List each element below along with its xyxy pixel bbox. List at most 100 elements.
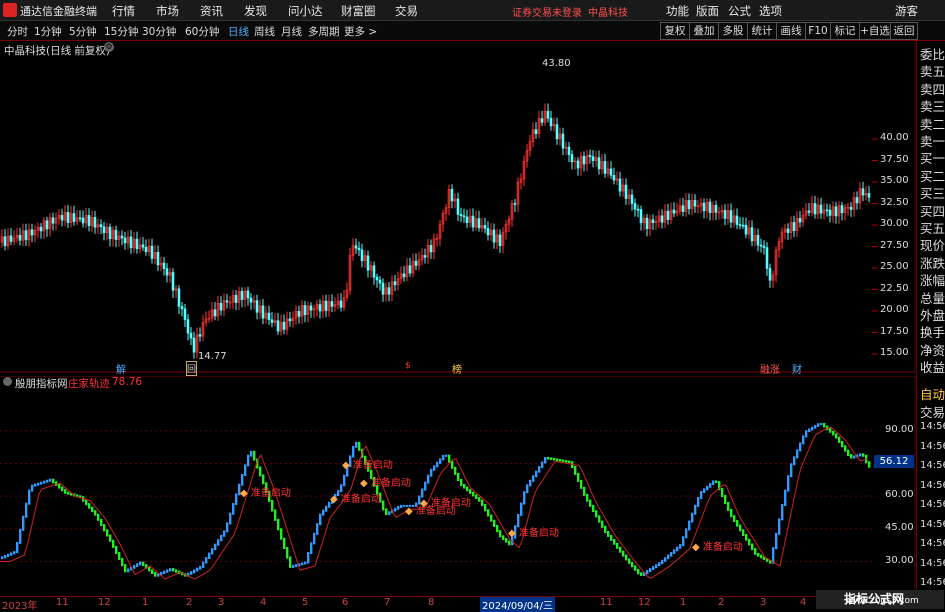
period-weekly[interactable]: 周线: [254, 24, 275, 39]
indicator-title: 殷朋指标网: [15, 378, 68, 390]
date-axis-label: 8: [428, 597, 435, 608]
quote-field-label: 买五: [920, 221, 945, 236]
price-tick-label: 27.50: [880, 239, 909, 251]
quote-field-label: 买二: [920, 168, 945, 184]
menu-bar: 通达信金融终端 行情 市场 资讯 发现 问小达 财富圈 交易 证券交易未登录 中…: [0, 0, 945, 21]
quote-field-label: 外盘: [920, 308, 945, 323]
quote-field-label: 卖一: [920, 134, 945, 149]
signal-ready-label: ◆ 准备启动: [330, 494, 381, 505]
date-axis-label: 4: [260, 597, 267, 608]
quote-field-label: 换手: [920, 325, 945, 341]
date-axis-label: 6: [342, 597, 349, 608]
indicator-chart[interactable]: [0, 376, 915, 596]
auto-toggle[interactable]: 自动: [920, 384, 945, 403]
date-axis-label: 3: [218, 597, 225, 608]
adjust-button[interactable]: 复权: [660, 22, 690, 40]
marker-margin[interactable]: 融涨: [760, 361, 780, 376]
date-axis-label: 11: [600, 597, 613, 608]
diamond-icon: ◆: [508, 528, 519, 539]
high-price-label: 43.80: [542, 58, 571, 69]
menu-formula[interactable]: 公式: [728, 3, 751, 19]
period-30min[interactable]: 30分钟: [142, 24, 176, 39]
signal-ready-label: ◆ 准备启动: [342, 460, 393, 471]
draw-line-button[interactable]: 画线: [776, 22, 806, 40]
quote-field-label: 现价: [920, 238, 945, 254]
period-multi[interactable]: 多周期: [308, 24, 340, 39]
price-tick-label: 40.00: [880, 132, 909, 143]
date-axis-label: 4: [800, 597, 807, 608]
quote-field-label: 涨跌: [920, 255, 945, 271]
price-tick-label: 17.50: [880, 325, 909, 337]
signal-ready-label: ◆ 准备启动: [240, 488, 291, 499]
mark-button[interactable]: 标记: [830, 22, 860, 40]
period-intraday[interactable]: 分时: [7, 24, 28, 39]
overlay-button[interactable]: 叠加: [689, 22, 719, 40]
price-tick-label: 15.00: [880, 347, 909, 358]
menu-options[interactable]: 选项: [759, 3, 782, 19]
indicator-tick-label: 90.00: [885, 423, 914, 435]
price-chart[interactable]: [0, 41, 915, 373]
diamond-icon: ◆: [342, 460, 353, 471]
back-button[interactable]: 返回: [890, 22, 918, 40]
indicator-settings-icon[interactable]: [3, 377, 12, 386]
signal-ready-label: ◆ 准备启动: [692, 542, 743, 553]
settings-icon[interactable]: ⚙: [104, 42, 114, 52]
period-monthly[interactable]: 月线: [281, 24, 302, 39]
price-chart-title: 中晶科技(日线 前复权): [4, 45, 111, 57]
price-tick-label: 35.00: [880, 175, 909, 186]
quote-side-panel: 委比 卖五 卖四 卖三 卖二 卖一 买一 买二 买三 买四 买五 现价 涨跌 涨幅 总量 外盘 换手 净资 收益 自动…: [916, 41, 945, 609]
tick-time: 14:56: [920, 538, 945, 549]
menu-trade[interactable]: 交易: [395, 3, 418, 19]
marker-buyback[interactable]: 回: [186, 361, 198, 376]
price-tick-label: 20.00: [880, 304, 909, 315]
marker-unlock[interactable]: 解: [116, 361, 126, 376]
add-watchlist-button[interactable]: +自选: [859, 22, 891, 40]
diamond-icon: ◆: [405, 506, 416, 517]
tick-time: 14:56: [920, 577, 945, 588]
menu-market[interactable]: 市场: [156, 3, 179, 19]
marker-ranking[interactable]: 榜: [452, 361, 462, 376]
app-title: 通达信金融终端: [20, 5, 97, 18]
trade-label[interactable]: 交易: [920, 402, 945, 421]
menu-wealth[interactable]: 财富圈: [341, 3, 376, 19]
quote-field-label: 收益: [920, 360, 945, 376]
quote-field-label: 买四: [920, 203, 945, 219]
period-60min[interactable]: 60分钟: [185, 24, 219, 39]
date-axis-label: 11: [56, 597, 69, 608]
quote-field-label: 总量: [920, 290, 945, 306]
menu-news[interactable]: 资讯: [200, 3, 223, 19]
date-axis-label: 7: [384, 597, 391, 608]
quote-field-label: 净资: [920, 342, 945, 358]
signal-ready-label: ◆ 准备启动: [420, 498, 471, 509]
price-tick-label: 22.50: [880, 282, 909, 294]
period-daily[interactable]: 日线: [228, 24, 249, 39]
menu-discover[interactable]: 发现: [244, 3, 267, 19]
user-label[interactable]: 游客: [895, 3, 918, 19]
price-tick-label: 25.00: [880, 261, 909, 272]
price-chart-pane[interactable]: 中晶科技(日线 前复权) ⚙ 43.80 14.77 解 回 $ 榜 融涨 财 …: [0, 41, 915, 376]
login-warning[interactable]: 证券交易未登录: [512, 4, 582, 19]
diamond-icon: ◆: [360, 478, 371, 489]
period-15min[interactable]: 15分钟: [104, 24, 138, 39]
date-axis-label: 12: [98, 597, 111, 608]
tick-time: 14:56: [920, 557, 945, 569]
stats-button[interactable]: 统计: [747, 22, 777, 40]
multi-stock-button[interactable]: 多股: [718, 22, 748, 40]
f10-button[interactable]: F10: [805, 22, 831, 40]
menu-function[interactable]: 功能: [666, 3, 689, 19]
marker-dollar[interactable]: $: [405, 361, 411, 371]
marker-finance[interactable]: 财: [792, 361, 802, 376]
diamond-icon: ◆: [420, 498, 431, 509]
indicator-line-value: 78.76: [112, 376, 143, 388]
period-1min[interactable]: 1分钟: [34, 24, 62, 39]
date-axis-label: 1: [142, 597, 149, 608]
menu-ask[interactable]: 问小达: [288, 3, 323, 19]
menu-layout[interactable]: 版面: [696, 3, 719, 19]
menu-quotes[interactable]: 行情: [112, 3, 135, 19]
stock-tab[interactable]: 中晶科技: [588, 4, 628, 19]
quote-field-label: 卖四: [920, 81, 945, 97]
period-5min[interactable]: 5分钟: [69, 24, 97, 39]
indicator-pane[interactable]: 殷朋指标网 庄家轨迹 78.76 90.0075.0060.0045.0030.…: [0, 376, 915, 596]
quote-field-label: 买一: [920, 151, 945, 167]
period-more[interactable]: 更多 >: [344, 24, 377, 39]
